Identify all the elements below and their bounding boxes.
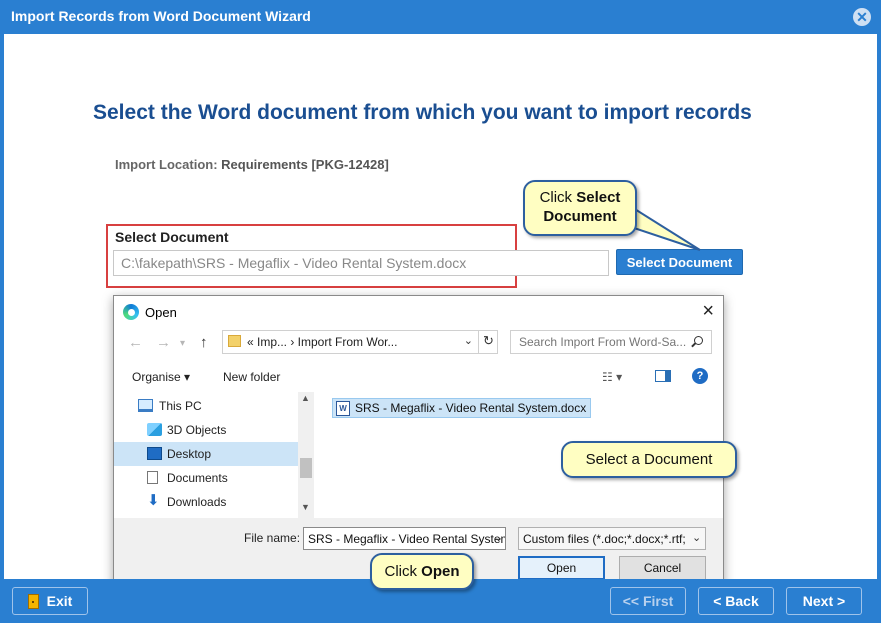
import-location-label: Import Location: (115, 157, 218, 172)
nav-item-3d-objects[interactable]: 3D Objects (114, 418, 298, 442)
nav-item-label: Documents (167, 471, 228, 485)
up-folder-icon[interactable]: ↑ (200, 334, 208, 351)
word-document-icon: W (336, 401, 350, 416)
callout-open: Click Open (370, 553, 474, 590)
back-arrow-icon[interactable]: ← (128, 334, 143, 351)
search-icon[interactable] (694, 336, 703, 345)
next-button[interactable]: Next > (786, 587, 862, 615)
dialog-close-icon[interactable]: × (702, 300, 714, 323)
view-options-icon[interactable]: ☷ ▾ (602, 370, 622, 384)
recent-locations-chevron-icon[interactable]: ▾ (180, 338, 185, 349)
file-item-selected[interactable]: W SRS - Megaflix - Video Rental System.d… (332, 398, 592, 418)
scrollbar-thumb[interactable] (300, 458, 312, 478)
wizard-titlebar: Import Records from Word Document Wizard… (0, 0, 881, 34)
preview-pane-icon[interactable] (655, 370, 671, 382)
page-heading: Select the Word document from which you … (93, 101, 752, 124)
desktop-icon (147, 447, 162, 460)
cancel-button[interactable]: Cancel (619, 556, 706, 580)
forward-arrow-icon[interactable]: → (156, 334, 171, 351)
navigation-pane: This PC 3D Objects Desktop Documents ⬇ D… (114, 392, 314, 518)
callout-select-a-document: Select a Document (561, 441, 737, 478)
3d-objects-icon (147, 423, 162, 436)
dialog-title: Open (145, 305, 177, 320)
import-location-value: Requirements [PKG-12428] (221, 157, 389, 172)
first-button[interactable]: << First (610, 587, 686, 615)
callout-prefix: Click (384, 563, 417, 580)
file-name: SRS - Megaflix - Video Rental System.doc… (355, 401, 587, 415)
close-icon[interactable]: ✕ (853, 8, 871, 26)
nav-item-label: Desktop (167, 447, 212, 461)
import-location: Import Location: Requirements [PKG-12428… (115, 157, 389, 172)
nav-item-documents[interactable]: Documents (114, 466, 298, 490)
back-button[interactable]: < Back (698, 587, 774, 615)
file-name-dropdown-icon[interactable]: ⌄ (494, 531, 503, 544)
window-title: Import Records from Word Document Wizard (11, 8, 311, 24)
file-name-label: File name: (244, 531, 301, 545)
nav-item-label: Downloads (167, 495, 227, 509)
open-button[interactable]: Open (518, 556, 605, 580)
pc-icon (138, 399, 153, 412)
wizard-border-right (877, 34, 881, 580)
select-document-label: Select Document (115, 229, 229, 245)
help-icon[interactable]: ? (692, 368, 708, 384)
scroll-down-icon[interactable]: ▼ (301, 502, 310, 512)
downloads-icon: ⬇ (147, 492, 160, 509)
callout-prefix: Click (539, 189, 573, 206)
nav-item-this-pc[interactable]: This PC (114, 394, 298, 418)
organise-menu[interactable]: Organise ▾ (132, 370, 190, 384)
address-bar[interactable]: « Imp... › Import From Wor... ⌄ (222, 330, 498, 354)
exit-door-icon (27, 593, 39, 609)
dialog-toolbar: Organise ▾ New folder ☷ ▾ ? (114, 362, 723, 388)
exit-button[interactable]: Exit (12, 587, 88, 615)
refresh-icon[interactable]: ↻ (478, 330, 498, 354)
folder-icon (228, 335, 241, 347)
documents-icon (147, 471, 158, 484)
address-path: « Imp... › Import From Wor... (247, 335, 398, 349)
callout-select-document: Click Select Document (523, 180, 637, 236)
scroll-up-icon[interactable]: ▲ (301, 393, 310, 403)
address-dropdown-icon[interactable]: ⌄ (464, 334, 473, 347)
file-type-select[interactable]: Custom files (*.doc;*.docx;*.rtf; (518, 527, 706, 550)
document-path-field[interactable] (113, 250, 609, 276)
nav-item-desktop[interactable]: Desktop (114, 442, 298, 466)
new-folder-button[interactable]: New folder (223, 370, 280, 384)
callout-bold: Open (421, 563, 460, 580)
nav-item-label: 3D Objects (167, 423, 227, 437)
navigation-scrollbar[interactable]: ▲ ▼ (298, 392, 314, 518)
file-name-field[interactable]: SRS - Megaflix - Video Rental System.doc… (303, 527, 506, 550)
file-type-dropdown-icon[interactable]: ⌄ (692, 531, 701, 544)
search-input[interactable] (510, 330, 712, 354)
exit-label: Exit (46, 593, 73, 609)
wizard-border-left (0, 34, 4, 580)
nav-item-downloads[interactable]: ⬇ Downloads (114, 490, 298, 514)
edge-browser-icon (123, 304, 139, 320)
nav-item-label: This PC (159, 399, 202, 413)
select-document-button[interactable]: Select Document (616, 249, 743, 275)
